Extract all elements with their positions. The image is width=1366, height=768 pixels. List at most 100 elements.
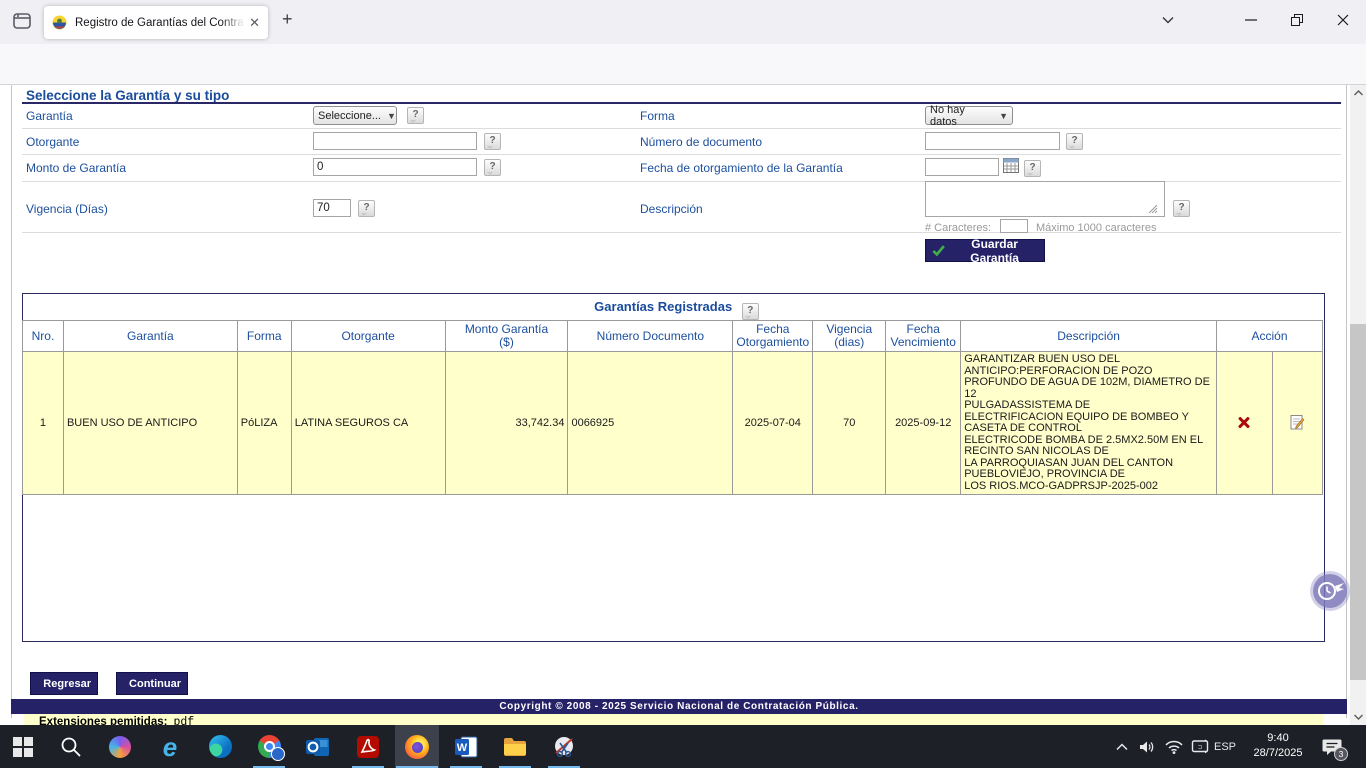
monto-label: Monto de Garantía	[26, 161, 126, 175]
notification-count-badge: 3	[1334, 747, 1348, 761]
col-forma: Forma	[237, 321, 291, 352]
forma-select[interactable]: No hay datos▼	[925, 106, 1013, 125]
guardar-garantia-button[interactable]: Guardar Garantía	[925, 239, 1045, 262]
scrollbar-thumb[interactable]	[1350, 324, 1366, 680]
page-right-border	[1346, 85, 1347, 718]
new-tab-button[interactable]: +	[282, 9, 293, 30]
cell-forma: PóLIZA	[237, 352, 291, 495]
tray-chevron-icon[interactable]	[1116, 725, 1128, 768]
table-title: Garantías Registradas	[594, 299, 732, 314]
table-help-icon[interactable]: ?	[742, 303, 759, 320]
tab-title: Registro de Garantías del Contra	[75, 17, 245, 29]
vigencia-label: Vigencia (Días)	[26, 202, 108, 216]
winged-clock-overlay-icon[interactable]	[1313, 574, 1347, 608]
descripcion-label: Descripción	[640, 202, 703, 216]
language-indicator[interactable]: ESP	[1214, 725, 1236, 768]
cell-garantia: BUEN USO DE ANTICIPO	[63, 352, 237, 495]
chrome-icon[interactable]	[247, 725, 291, 768]
acrobat-icon[interactable]	[346, 725, 390, 768]
cell-descripcion: GARANTIZAR BUEN USO DEL ANTICIPO:PERFORA…	[961, 352, 1217, 495]
tab-close-icon[interactable]: ✕	[249, 15, 260, 31]
window-close-button[interactable]	[1320, 0, 1366, 40]
list-tabs-chevron-icon[interactable]	[1145, 0, 1191, 40]
numero-documento-input[interactable]	[925, 132, 1060, 150]
col-descripcion: Descripción	[961, 321, 1217, 352]
word-icon[interactable]: W	[444, 725, 488, 768]
scroll-up-icon[interactable]	[1350, 85, 1366, 101]
snipping-tool-icon[interactable]	[542, 725, 586, 768]
vigencia-input[interactable]	[313, 199, 351, 217]
otorgante-input[interactable]	[313, 132, 477, 150]
edit-document-icon[interactable]	[1290, 421, 1304, 433]
garantia-label: Garantía	[26, 109, 73, 123]
monto-help-icon[interactable]: ?	[484, 159, 501, 176]
copilot-icon[interactable]	[98, 725, 142, 768]
fecha-otorgamiento-label: Fecha de otorgamiento de la Garantía	[640, 161, 843, 175]
page-left-border	[11, 85, 12, 718]
wifi-icon[interactable]	[1165, 725, 1183, 768]
garantia-select[interactable]: Seleccione...▼	[313, 106, 397, 125]
form-section-title: Seleccione la Garantía y su tipo	[26, 88, 229, 103]
col-monto: Monto Garantía ($)	[445, 321, 568, 352]
outlook-icon[interactable]	[296, 725, 340, 768]
firefox-view-icon[interactable]	[12, 11, 32, 36]
col-nro: Nro.	[23, 321, 64, 352]
col-otorgante: Otorgante	[291, 321, 445, 352]
regresar-button[interactable]: Regresar	[30, 672, 98, 695]
table-header-row: Nro. Garantía Forma Otorgante Monto Gara…	[23, 321, 1323, 352]
fecha-otorgamiento-input[interactable]	[925, 158, 999, 176]
cell-numero-documento: 0066925	[568, 352, 733, 495]
descripcion-textarea[interactable]	[925, 181, 1165, 217]
col-accion: Acción	[1217, 321, 1323, 352]
cell-fecha-otorgamiento: 2025-07-04	[733, 352, 813, 495]
file-explorer-icon[interactable]	[493, 725, 537, 768]
screen: Registro de Garantías del Contra ✕ + htt…	[0, 0, 1366, 768]
tab-favicon	[52, 15, 68, 31]
edge-icon[interactable]	[198, 725, 242, 768]
numero-documento-help-icon[interactable]: ?	[1066, 133, 1083, 150]
title-underline	[22, 102, 1341, 104]
window-restore-button[interactable]	[1274, 0, 1320, 40]
cast-display-icon[interactable]: ⊐	[1191, 725, 1209, 768]
cell-monto: 33,742.34	[445, 352, 568, 495]
vigencia-help-icon[interactable]: ?	[358, 200, 375, 217]
taskbar-clock[interactable]: 9:40 28/7/2025	[1242, 731, 1314, 761]
table-row: 1 BUEN USO DE ANTICIPO PóLIZA LATINA SEG…	[23, 352, 1323, 495]
chrome-profile-badge	[271, 747, 285, 761]
delete-x-icon[interactable]	[1237, 415, 1251, 429]
cell-delete	[1217, 352, 1273, 495]
monto-input[interactable]	[313, 158, 477, 176]
garantias-registradas-box: Garantías Registradas ? Nro. Garantía Fo…	[22, 293, 1325, 642]
browser-tab[interactable]: Registro de Garantías del Contra ✕	[44, 6, 268, 39]
taskbar-time: 9:40	[1242, 731, 1314, 746]
firefox-icon[interactable]	[395, 725, 439, 768]
chars-label: # Caracteres:	[925, 222, 991, 234]
col-fecha-vencimiento: Fecha Vencimiento	[886, 321, 961, 352]
windows-taskbar: e W	[0, 725, 1366, 768]
col-fecha-otorgamiento: Fecha Otorgamiento	[733, 321, 813, 352]
resize-grip-icon[interactable]	[1148, 201, 1158, 219]
svg-text:W: W	[456, 742, 467, 754]
internet-explorer-icon[interactable]: e	[148, 725, 192, 768]
cell-otorgante: LATINA SEGUROS CA	[291, 352, 445, 495]
otorgante-help-icon[interactable]: ?	[484, 133, 501, 150]
volume-icon[interactable]	[1140, 725, 1157, 768]
descripcion-help-icon[interactable]: ?	[1173, 200, 1190, 217]
calendar-icon[interactable]	[1003, 158, 1019, 178]
continuar-button[interactable]: Continuar	[116, 672, 188, 695]
col-garantia: Garantía	[63, 321, 237, 352]
taskbar-date: 28/7/2025	[1242, 746, 1314, 761]
fecha-help-icon[interactable]: ?	[1024, 160, 1041, 177]
numero-documento-label: Número de documento	[640, 135, 762, 149]
forma-label: Forma	[640, 109, 675, 123]
page-content: Seleccione la Garantía y su tipo Garantí…	[0, 85, 1366, 725]
cell-nro: 1	[23, 352, 64, 495]
search-icon[interactable]	[49, 725, 93, 768]
window-minimize-button[interactable]	[1228, 0, 1274, 40]
page-scrollbar[interactable]	[1350, 85, 1366, 725]
start-button[interactable]	[1, 725, 45, 768]
chars-count-input[interactable]	[1000, 219, 1028, 233]
check-icon	[932, 244, 945, 257]
garantia-help-icon[interactable]: ?	[407, 107, 424, 124]
scroll-down-icon[interactable]	[1350, 709, 1366, 725]
